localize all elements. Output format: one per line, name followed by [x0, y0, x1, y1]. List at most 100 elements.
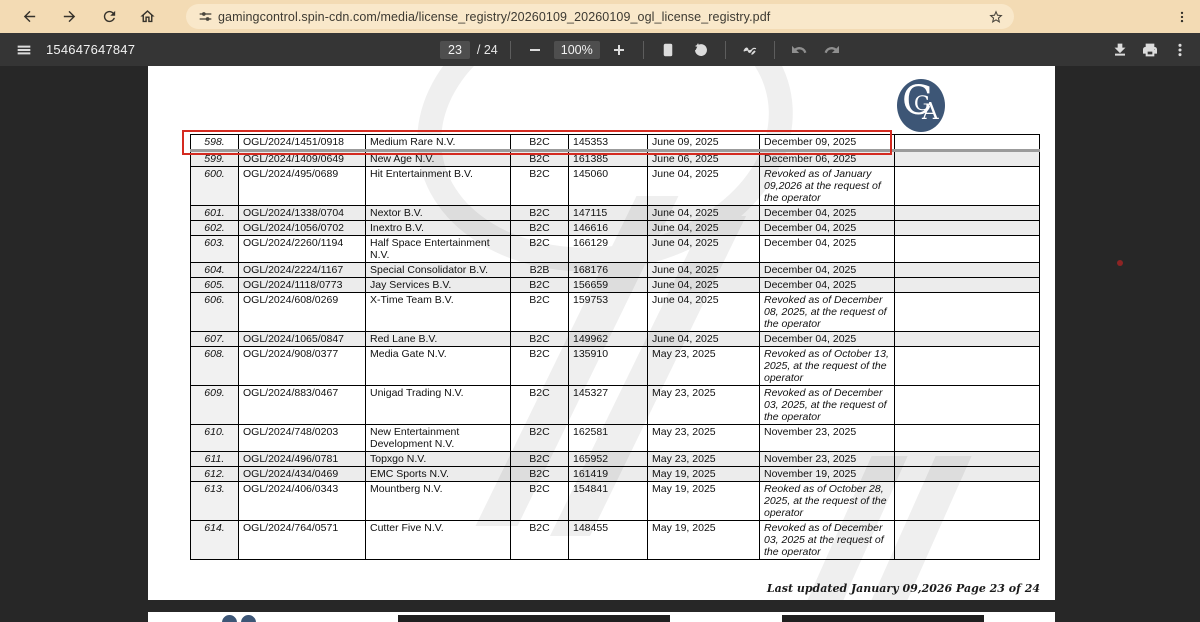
- table-cell: EMC Sports N.V.: [366, 467, 511, 482]
- table-cell: [895, 425, 1040, 452]
- table-cell: November 23, 2025: [760, 452, 895, 467]
- fit-page-button[interactable]: [654, 36, 682, 64]
- table-cell: 145353: [569, 135, 648, 151]
- toolbar-divider: [643, 41, 644, 59]
- forward-icon: [61, 8, 78, 25]
- redo-button[interactable]: [818, 36, 846, 64]
- table-cell: 613.: [191, 482, 239, 521]
- table-cell: 148455: [569, 521, 648, 560]
- table-cell: May 19, 2025: [648, 521, 760, 560]
- table-cell: June 04, 2025: [648, 206, 760, 221]
- table-cell: Revoked as of October 13, 2025, at the r…: [760, 347, 895, 386]
- table-cell: OGL/2024/1451/0918: [239, 135, 366, 151]
- table-cell: 611.: [191, 452, 239, 467]
- table-cell: May 19, 2025: [648, 482, 760, 521]
- page24-content-fragment: [782, 615, 984, 622]
- table-cell: December 06, 2025: [760, 151, 895, 167]
- annotate-button[interactable]: [736, 36, 764, 64]
- browser-menu-icon: [1175, 10, 1189, 24]
- table-cell: New Entertainment Development N.V.: [366, 425, 511, 452]
- table-cell: X-Time Team B.V.: [366, 293, 511, 332]
- table-row: 603.OGL/2024/2260/1194Half Space Enterta…: [191, 236, 1040, 263]
- pdf-more-button[interactable]: [1166, 36, 1194, 64]
- home-button[interactable]: [132, 2, 162, 32]
- table-cell: 162581: [569, 425, 648, 452]
- browser-menu-button[interactable]: [1168, 3, 1196, 31]
- table-cell: 606.: [191, 293, 239, 332]
- table-cell: Topxgo N.V.: [366, 452, 511, 467]
- table-cell: November 19, 2025: [760, 467, 895, 482]
- print-button[interactable]: [1136, 36, 1164, 64]
- table-cell: 605.: [191, 278, 239, 293]
- undo-button[interactable]: [785, 36, 813, 64]
- table-cell: B2C: [511, 206, 569, 221]
- table-cell: [895, 263, 1040, 278]
- table-cell: Revoked as of January 09,2026 at the req…: [760, 167, 895, 206]
- table-cell: B2C: [511, 221, 569, 236]
- table-cell: [895, 521, 1040, 560]
- annotate-pen-icon: [742, 42, 758, 58]
- table-cell: B2C: [511, 167, 569, 206]
- table-cell: OGL/2024/764/0571: [239, 521, 366, 560]
- table-cell: May 23, 2025: [648, 452, 760, 467]
- table-cell: Revoked as of December 03, 2025 at the r…: [760, 521, 895, 560]
- table-cell: Special Consolidator B.V.: [366, 263, 511, 278]
- table-cell: May 23, 2025: [648, 347, 760, 386]
- table-cell: [895, 151, 1040, 167]
- table-cell: 608.: [191, 347, 239, 386]
- table-cell: November 23, 2025: [760, 425, 895, 452]
- cga-logo: C G A: [897, 79, 945, 132]
- table-cell: 607.: [191, 332, 239, 347]
- table-cell: OGL/2024/608/0269: [239, 293, 366, 332]
- site-info-icon[interactable]: [192, 7, 218, 27]
- forward-button[interactable]: [54, 2, 84, 32]
- table-cell: 598.: [191, 135, 239, 151]
- table-cell: June 04, 2025: [648, 221, 760, 236]
- table-cell: December 09, 2025: [760, 135, 895, 151]
- table-cell: B2C: [511, 452, 569, 467]
- table-cell: June 04, 2025: [648, 263, 760, 278]
- table-cell: B2C: [511, 293, 569, 332]
- table-cell: OGL/2024/1338/0704: [239, 206, 366, 221]
- redo-icon: [824, 42, 840, 58]
- table-cell: 601.: [191, 206, 239, 221]
- pdf-page-24-preview: [148, 612, 1055, 622]
- url-text[interactable]: gamingcontrol.spin-cdn.com/media/license…: [218, 10, 984, 24]
- table-cell: OGL/2024/1065/0847: [239, 332, 366, 347]
- red-marker-dot: [1117, 260, 1123, 266]
- refresh-button[interactable]: [94, 2, 124, 32]
- table-cell: [895, 293, 1040, 332]
- browser-window: gamingcontrol.spin-cdn.com/media/license…: [0, 0, 1200, 622]
- table-cell: Mountberg N.V.: [366, 482, 511, 521]
- table-cell: May 23, 2025: [648, 425, 760, 452]
- pdf-toolbar: 154647647847 23 / 24 100%: [0, 33, 1200, 66]
- table-row: 605.OGL/2024/1118/0773Jay Services B.V.B…: [191, 278, 1040, 293]
- pdf-viewer-area[interactable]: C G A 598.OGL/2024/1451/0918Medium Rare …: [0, 66, 1200, 622]
- table-cell: [895, 278, 1040, 293]
- zoom-in-button[interactable]: [605, 36, 633, 64]
- back-button[interactable]: [14, 2, 44, 32]
- table-cell: Revoked as of December 03, 2025, at the …: [760, 386, 895, 425]
- table-row: 611.OGL/2024/496/0781Topxgo N.V.B2C16595…: [191, 452, 1040, 467]
- table-cell: 154841: [569, 482, 648, 521]
- pdf-menu-button[interactable]: [10, 36, 38, 64]
- toolbar-divider: [510, 41, 511, 59]
- table-cell: B2C: [511, 347, 569, 386]
- download-button[interactable]: [1106, 36, 1134, 64]
- bookmark-star-icon[interactable]: [984, 5, 1008, 29]
- table-cell: 610.: [191, 425, 239, 452]
- page24-content-fragment: [398, 615, 670, 622]
- page-number-input[interactable]: 23: [440, 41, 470, 59]
- table-cell: OGL/2024/1118/0773: [239, 278, 366, 293]
- url-bar[interactable]: gamingcontrol.spin-cdn.com/media/license…: [186, 4, 1014, 29]
- zoom-out-button[interactable]: [521, 36, 549, 64]
- table-cell: B2C: [511, 151, 569, 167]
- table-cell: B2C: [511, 467, 569, 482]
- rotate-button[interactable]: [687, 36, 715, 64]
- pdf-page-23: C G A 598.OGL/2024/1451/0918Medium Rare …: [148, 66, 1055, 600]
- table-row: 606.OGL/2024/608/0269X-Time Team B.V.B2C…: [191, 293, 1040, 332]
- table-row: 608.OGL/2024/908/0377Media Gate N.V.B2C1…: [191, 347, 1040, 386]
- zoom-level[interactable]: 100%: [554, 41, 600, 59]
- table-cell: B2C: [511, 236, 569, 263]
- table-cell: [895, 167, 1040, 206]
